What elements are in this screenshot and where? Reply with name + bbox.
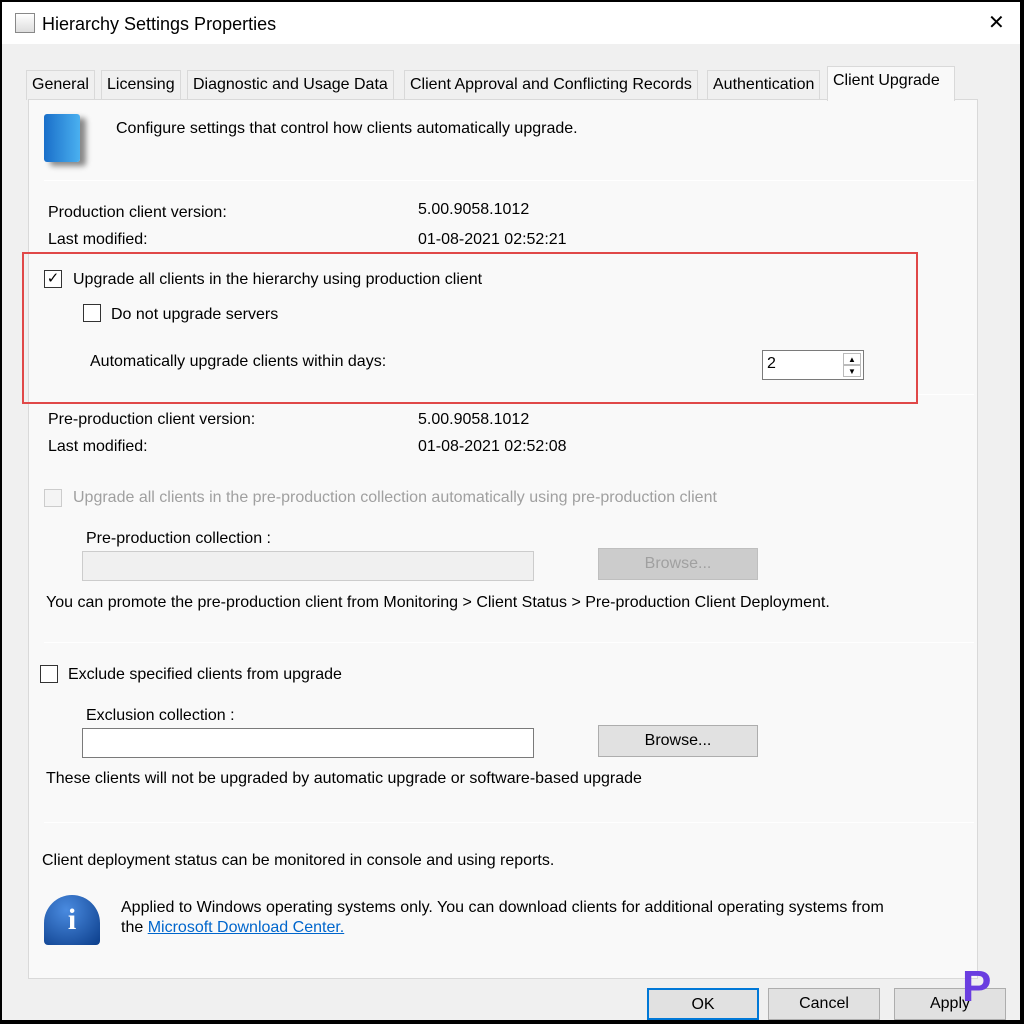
tab-general[interactable]: General <box>26 70 95 100</box>
dialog-window: Hierarchy Settings Properties ✕ General … <box>2 2 1020 1020</box>
preproduction-modified-value: 01-08-2021 02:52:08 <box>418 438 567 455</box>
download-center-link[interactable]: Microsoft Download Center. <box>148 919 345 936</box>
preproduction-collection-label: Pre-production collection : <box>86 530 271 547</box>
info-text: Applied to Windows operating systems onl… <box>121 899 884 916</box>
header-text: Configure settings that control how clie… <box>116 120 578 137</box>
exclusion-note: These clients will not be upgraded by au… <box>46 770 642 787</box>
close-icon[interactable]: ✕ <box>988 10 1005 35</box>
separator <box>918 394 974 395</box>
exclude-checkbox[interactable] <box>40 665 58 683</box>
production-modified-label: Last modified: <box>48 231 148 248</box>
cancel-button[interactable]: Cancel <box>768 988 880 1020</box>
upgrade-all-checkbox[interactable]: ✓ <box>44 270 62 288</box>
deployment-status-text: Client deployment status can be monitore… <box>42 852 555 869</box>
info-text-line2: the Microsoft Download Center. <box>121 919 345 936</box>
tab-licensing[interactable]: Licensing <box>101 70 181 100</box>
promote-text: You can promote the pre-production clien… <box>46 594 830 611</box>
tab-diagnostic[interactable]: Diagnostic and Usage Data <box>187 70 394 100</box>
tab-authentication[interactable]: Authentication <box>707 70 821 100</box>
preproduction-version-label: Pre-production client version: <box>48 411 256 428</box>
ok-button[interactable]: OK <box>647 988 759 1020</box>
title-bar: Hierarchy Settings Properties ✕ <box>2 2 1020 44</box>
separator <box>44 180 974 181</box>
separator <box>44 642 974 643</box>
exclude-label: Exclude specified clients from upgrade <box>68 666 342 683</box>
preproduction-modified-label: Last modified: <box>48 438 148 455</box>
no-servers-checkbox[interactable] <box>83 304 101 322</box>
preproduction-version-value: 5.00.9058.1012 <box>418 411 530 428</box>
preproduction-collection-input[interactable] <box>82 551 534 581</box>
separator <box>44 822 974 823</box>
preproduction-upgrade-checkbox[interactable] <box>44 489 62 507</box>
no-servers-label: Do not upgrade servers <box>111 306 279 323</box>
exclusion-collection-label: Exclusion collection : <box>86 707 235 724</box>
watermark-logo: P <box>962 962 992 1011</box>
upgrade-all-label: Upgrade all clients in the hierarchy usi… <box>73 271 483 288</box>
properties-icon <box>15 13 35 33</box>
info-icon: i <box>44 895 100 945</box>
exclusion-browse-button[interactable]: Browse... <box>598 725 758 757</box>
production-modified-value: 01-08-2021 02:52:21 <box>418 231 567 248</box>
upgrade-icon <box>44 114 80 162</box>
exclusion-collection-input[interactable] <box>82 728 534 758</box>
days-stepper[interactable]: 2 ▲ ▼ <box>762 350 864 380</box>
window-title: Hierarchy Settings Properties <box>42 14 277 34</box>
tab-client-upgrade[interactable]: Client Upgrade <box>827 66 955 101</box>
preproduction-upgrade-label: Upgrade all clients in the pre-productio… <box>73 489 717 506</box>
stepper-down-icon[interactable]: ▼ <box>843 365 861 377</box>
preproduction-browse-button[interactable]: Browse... <box>598 548 758 580</box>
days-label: Automatically upgrade clients within day… <box>90 353 387 370</box>
stepper-up-icon[interactable]: ▲ <box>843 353 861 365</box>
production-version-value: 5.00.9058.1012 <box>418 201 530 218</box>
production-version-label: Production client version: <box>48 204 227 221</box>
tab-client-approval[interactable]: Client Approval and Conflicting Records <box>404 70 698 100</box>
